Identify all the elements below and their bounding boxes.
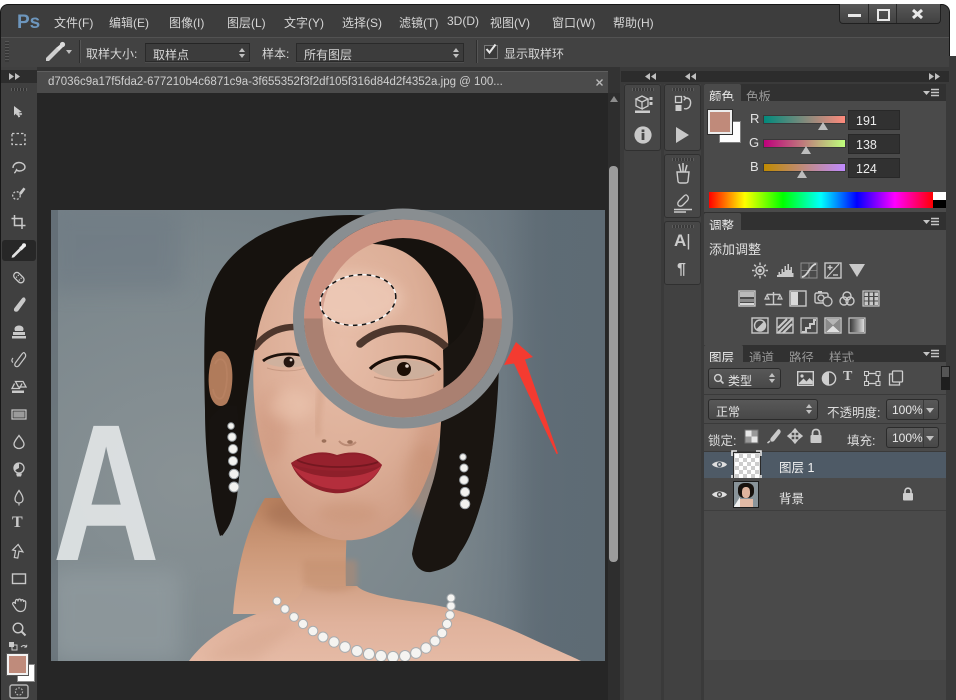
svg-text:A: A <box>53 383 160 601</box>
